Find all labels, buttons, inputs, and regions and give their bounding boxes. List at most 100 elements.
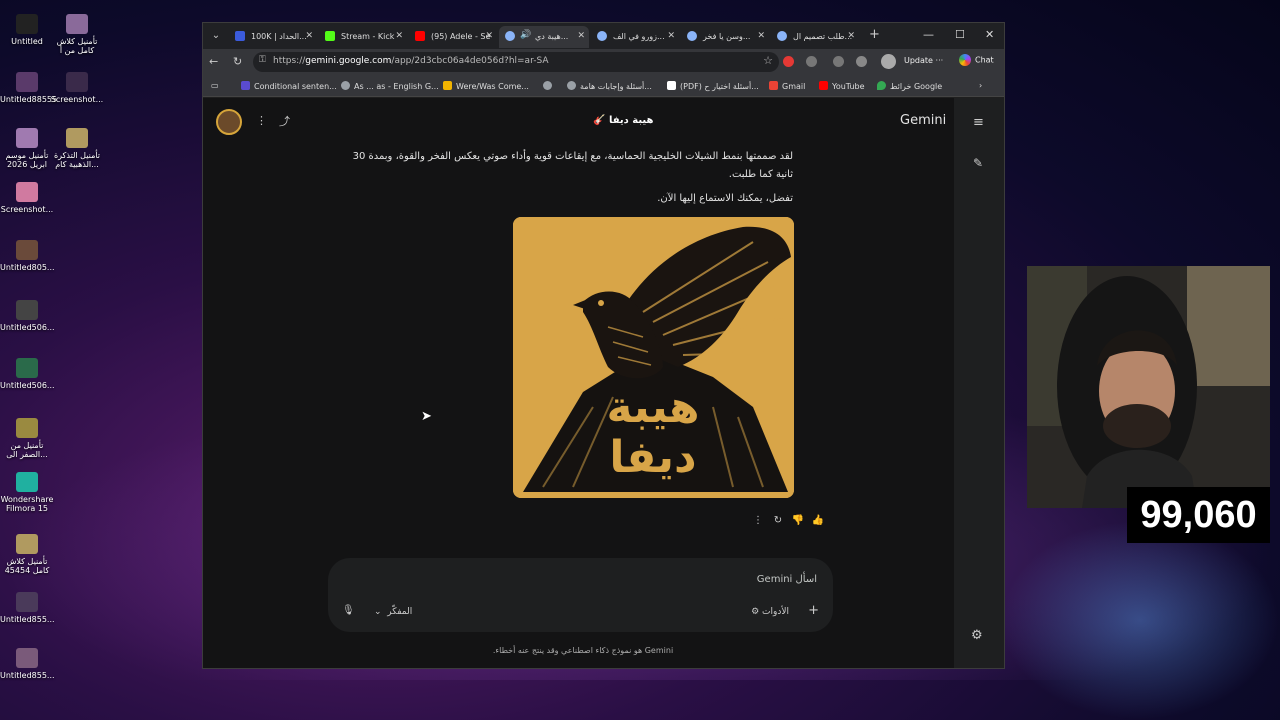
model-selector[interactable]: ⌄ المفكّر <box>374 607 412 617</box>
prompt-input[interactable]: اسأل Gemini <box>757 574 817 585</box>
generated-artwork[interactable]: هيبة ديفا <box>513 217 794 498</box>
new-tab-button[interactable]: + <box>869 27 880 42</box>
site-info-icon[interactable]: ⚿ <box>259 55 266 65</box>
address-input[interactable]: ⚿ https://gemini.google.com/app/2d3cbc06… <box>253 52 779 72</box>
desktop-icon[interactable]: تأمنيل كلاش كامل 45454 <box>0 534 54 575</box>
microphone-icon[interactable]: 🎙 <box>342 605 355 616</box>
webcam-overlay <box>1027 266 1270 508</box>
bookmark-favicon-icon <box>443 81 452 90</box>
browser-tab[interactable]: 100K | الحداد... ✕ <box>229 26 317 48</box>
gmail-icon <box>769 81 778 90</box>
bookmark-item[interactable]: Gmail <box>769 81 805 91</box>
share-icon[interactable]: ⤴ <box>279 113 290 129</box>
maximize-icon[interactable]: ☐ <box>955 28 965 41</box>
desktop-icon[interactable]: تأمنيل من الصفر الى... <box>0 418 54 459</box>
settings-icon[interactable]: ⚙ <box>971 628 983 643</box>
bookmark-star-icon[interactable]: ☆ <box>763 54 773 67</box>
browser-tab-active[interactable]: 🔊 هيبة دي... ✕ <box>499 26 589 48</box>
browser-tab[interactable]: Stream - Kick ✕ <box>319 26 407 48</box>
response-text: لقد صممتها بنمط الشيلات الخليجية الحماسي… <box>352 151 793 180</box>
close-icon[interactable]: ✕ <box>485 31 493 41</box>
browser-tab[interactable]: (95) Adele - Se ✕ <box>409 26 497 48</box>
bookmark-item[interactable]: Were/Was Come... <box>443 81 529 91</box>
prompt-composer[interactable]: اسأل Gemini + الأدوات ⚙ ⌄ المفكّر 🎙 <box>328 558 833 632</box>
response-actions: ⋮ ↻ 👎 👍 <box>748 515 828 526</box>
update-button[interactable]: Update ··· <box>904 56 943 65</box>
close-icon[interactable]: ✕ <box>757 31 765 41</box>
gemini-icon <box>597 31 607 41</box>
sidebar-rail: ≡ ✎ ⚙ <box>954 98 1004 668</box>
profile-avatar[interactable] <box>881 54 896 69</box>
gemini-icon <box>777 31 787 41</box>
avatar[interactable] <box>216 109 242 135</box>
gemini-brand: Gemini <box>900 113 947 128</box>
more-options-icon[interactable]: ⋮ <box>748 515 768 526</box>
chevron-right-icon[interactable]: › <box>979 81 982 90</box>
desktop-icon[interactable]: تأمنيل موسم ابريل 2026 <box>0 128 54 169</box>
youtube-icon <box>415 31 425 41</box>
regenerate-icon[interactable]: ↻ <box>768 515 788 526</box>
tools-icon: ⚙ <box>751 607 760 617</box>
close-icon[interactable]: ✕ <box>847 31 855 41</box>
extension-icon[interactable] <box>783 56 794 67</box>
close-window-icon[interactable]: ✕ <box>985 28 994 41</box>
add-icon[interactable]: + <box>808 603 819 618</box>
reload-icon[interactable]: ↻ <box>233 55 242 68</box>
minimize-icon[interactable]: — <box>923 28 934 41</box>
desktop-icon[interactable]: تأمنيل التذكرة الذهبية كام... <box>50 128 104 169</box>
bookmark-item[interactable]: خرائط Google <box>877 81 942 91</box>
close-icon[interactable]: ✕ <box>667 31 675 41</box>
browser-window: ⌄ 100K | الحداد... ✕ Stream - Kick ✕ (95… <box>202 22 1005 669</box>
desktop-icon[interactable]: Untitled <box>0 14 54 46</box>
pdf-icon <box>667 81 676 90</box>
back-icon[interactable]: ← <box>209 55 218 68</box>
tab-search-icon[interactable]: ⌄ <box>207 27 225 45</box>
more-options-icon[interactable]: ⋮ <box>256 114 267 127</box>
disclaimer-text: Gemini هو نموذج ذكاء اصطناعي وقد ينتج عن… <box>492 646 674 655</box>
gemini-icon <box>505 31 515 41</box>
desktop-icon[interactable]: Untitled506... <box>0 300 55 332</box>
thumbs-up-icon[interactable]: 👍 <box>808 515 828 526</box>
desktop-icon[interactable]: Untitled88555 <box>0 72 57 104</box>
browser-tab[interactable]: زورو في الف... ✕ <box>591 26 679 48</box>
artwork-title-line2: ديفا <box>609 432 696 483</box>
address-bar-row: ← ↻ ⚿ https://gemini.google.com/app/2d3c… <box>203 49 1004 75</box>
desktop-icon[interactable]: Untitled855... <box>0 648 55 680</box>
falcon-artwork-image: هيبة ديفا <box>513 217 794 498</box>
speaker-icon[interactable]: 🔊 <box>520 30 531 40</box>
close-icon[interactable]: ✕ <box>395 31 403 41</box>
extension-icon[interactable] <box>833 56 844 67</box>
bookmark-item[interactable]: أسئلة وإجابات هامة... <box>567 81 652 91</box>
thumbs-down-icon[interactable]: 👎 <box>788 515 808 526</box>
streamer-webcam-image <box>1027 266 1270 508</box>
desktop-icon[interactable]: Screenshot... <box>50 72 104 104</box>
desktop-icon[interactable]: Untitled805... <box>0 240 55 272</box>
bookmark-item[interactable] <box>543 81 556 91</box>
favorites-icon[interactable] <box>856 56 867 67</box>
close-icon[interactable]: ✕ <box>577 31 585 41</box>
menu-icon[interactable]: ≡ <box>973 115 984 130</box>
gemini-icon <box>687 31 697 41</box>
tools-button[interactable]: الأدوات ⚙ <box>751 607 789 617</box>
browser-tab[interactable]: طلب تصميم ال... ✕ <box>771 26 859 48</box>
extension-icon[interactable] <box>806 56 817 67</box>
browser-tab[interactable]: وسن يا فخر... ✕ <box>681 26 769 48</box>
bookmark-item[interactable]: As ... as - English G... <box>341 81 439 91</box>
desktop-icon[interactable]: Untitled506... <box>0 358 55 390</box>
youtube-icon <box>819 81 828 90</box>
bookmarks-toggle-icon[interactable]: ▭ <box>211 81 219 90</box>
bookmark-item[interactable]: (PDF) أسئلة اختيار ح... <box>667 81 759 91</box>
chat-button[interactable]: Chat <box>959 54 994 66</box>
bookmark-item[interactable]: YouTube <box>819 81 865 91</box>
bookmark-favicon-icon <box>241 81 250 90</box>
kick-icon <box>325 31 335 41</box>
bookmark-item[interactable]: Conditional senten... <box>241 81 337 91</box>
desktop-icon[interactable]: Screenshot... <box>0 182 54 214</box>
mouse-cursor-icon: ➤ <box>421 409 432 424</box>
close-icon[interactable]: ✕ <box>305 31 313 41</box>
new-chat-icon[interactable]: ✎ <box>973 156 983 170</box>
desktop-icon[interactable]: تأمنيل كلاش كامل من أ <box>50 14 104 55</box>
response-text: تفضل، يمكنك الاستماع إليها الآن. <box>657 193 793 204</box>
desktop-icon[interactable]: Wondershare Filmora 15 <box>0 472 54 513</box>
desktop-icon[interactable]: Untitled855... <box>0 592 55 624</box>
